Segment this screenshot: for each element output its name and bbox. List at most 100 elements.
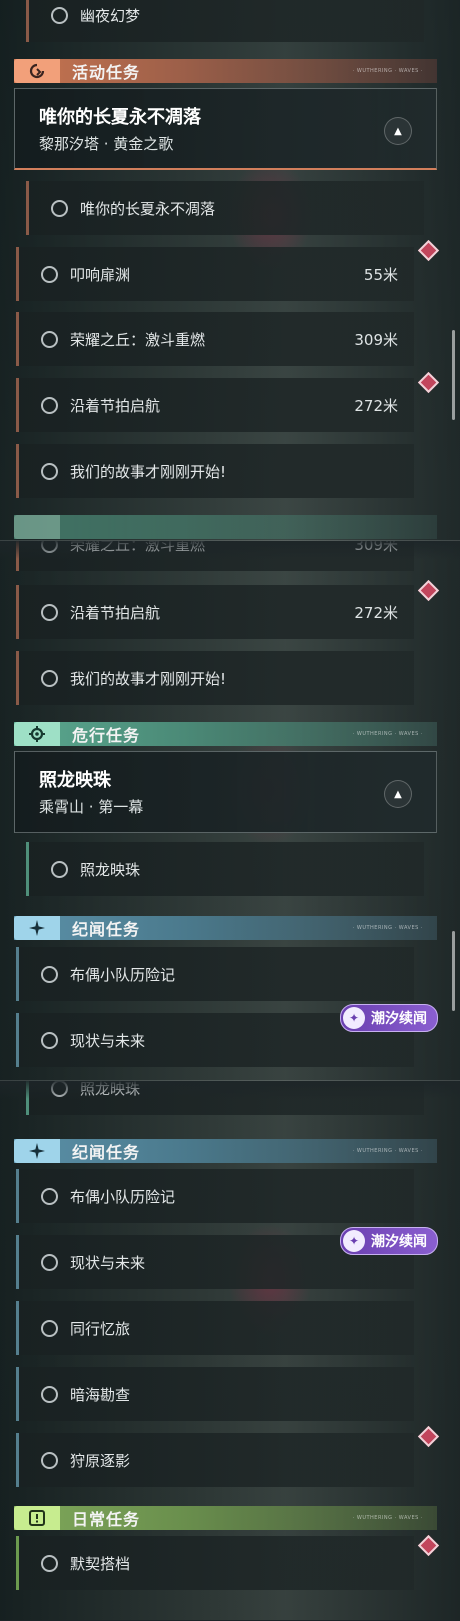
circle-icon — [51, 199, 68, 217]
scrollbar[interactable] — [452, 931, 455, 1011]
quest-label: 我们的故事才刚刚开始! — [70, 669, 227, 688]
quest-label: 默契搭档 — [70, 1554, 131, 1573]
featured-quest-card-activity[interactable]: 唯你的长夏永不凋落 黎那汐塔 · 黄金之歌 ▲ — [14, 88, 437, 170]
tide-story-badge: ✦ 潮汐续闻 — [340, 1004, 438, 1032]
circle-icon — [51, 860, 68, 878]
map-marker-icon — [417, 1534, 440, 1557]
quest-label: 荣耀之丘：激斗重燃 — [70, 330, 206, 349]
section-header-story: 纪闻任务 · WUTHERING · WAVES · — [14, 1139, 437, 1163]
collapse-button[interactable]: ▲ — [384, 117, 412, 145]
circle-icon — [41, 330, 58, 348]
quest-label: 暗海勘查 — [70, 1385, 131, 1404]
distance-label: 272米 — [354, 603, 398, 622]
activity-swirl-icon — [14, 59, 60, 83]
scrollbar[interactable] — [452, 330, 455, 420]
section-header-story: 纪闻任务 · WUTHERING · WAVES · — [14, 916, 437, 940]
map-marker-icon — [417, 1425, 440, 1448]
circle-icon — [41, 669, 58, 687]
circle-icon — [51, 6, 68, 24]
circle-icon — [41, 603, 58, 621]
header-subtext: · WUTHERING · WAVES · — [352, 731, 423, 737]
quest-label: 布偶小队历险记 — [70, 1187, 176, 1206]
list-item[interactable]: 同行忆旅 — [16, 1301, 414, 1355]
card-title: 照龙映珠 — [39, 770, 111, 791]
quest-label: 现状与未来 — [70, 1031, 146, 1050]
distance-label: 55米 — [363, 265, 398, 284]
badge-label: 潮汐续闻 — [371, 1234, 427, 1250]
section-header-danger: 危行任务 · WUTHERING · WAVES · — [14, 722, 437, 746]
circle-icon — [41, 1253, 58, 1271]
quest-label: 现状与未来 — [70, 1253, 146, 1272]
card-subtitle: 黎那汐塔 · 黄金之歌 — [39, 135, 174, 153]
circle-icon — [41, 1554, 58, 1572]
list-item[interactable]: 荣耀之丘：激斗重燃 309米 — [16, 312, 414, 366]
section-header-danger-partial — [14, 515, 437, 539]
danger-gear-icon — [14, 515, 60, 539]
quest-label: 沿着节拍启航 — [70, 396, 161, 415]
featured-quest-card-danger[interactable]: 照龙映珠 乘霄山 · 第一幕 ▲ — [14, 751, 437, 833]
sparkle-icon — [14, 1139, 60, 1163]
top-fade — [0, 541, 460, 559]
danger-gear-icon — [14, 722, 60, 746]
circle-icon — [41, 1187, 58, 1205]
badge-label: 潮汐续闻 — [371, 1011, 427, 1027]
list-item[interactable]: 沿着节拍启航 272米 — [16, 378, 414, 432]
card-subtitle: 乘霄山 · 第一幕 — [39, 798, 144, 816]
list-item[interactable]: 布偶小队历险记 — [16, 947, 414, 1001]
circle-icon — [41, 1319, 58, 1337]
distance-label: 309米 — [354, 330, 398, 349]
quest-label: 唯你的长夏永不凋落 — [80, 199, 216, 218]
list-item[interactable]: 唯你的长夏永不凋落 — [26, 181, 424, 235]
list-item[interactable]: 沿着节拍启航 272米 — [16, 585, 414, 639]
list-item[interactable]: 狩原逐影 — [16, 1433, 414, 1487]
header-subtext: · WUTHERING · WAVES · — [352, 925, 423, 931]
section-title: 日常任务 — [72, 1510, 141, 1529]
map-marker-icon — [417, 371, 440, 394]
list-item[interactable]: 我们的故事才刚刚开始! — [16, 651, 414, 705]
quest-label: 同行忆旅 — [70, 1319, 131, 1338]
circle-icon — [41, 1031, 58, 1049]
header-subtext: · WUTHERING · WAVES · — [352, 1515, 423, 1521]
card-title: 唯你的长夏永不凋落 — [39, 107, 201, 128]
header-subtext: · WUTHERING · WAVES · — [352, 68, 423, 74]
quest-label: 幽夜幻梦 — [80, 6, 141, 25]
header-subtext: · WUTHERING · WAVES · — [352, 1148, 423, 1154]
quest-label: 叩响扉渊 — [70, 265, 131, 284]
exclamation-icon — [14, 1506, 60, 1530]
list-item[interactable]: 照龙映珠 — [26, 842, 424, 896]
section-title: 活动任务 — [72, 63, 141, 82]
circle-icon — [41, 462, 58, 480]
section-title: 纪闻任务 — [72, 920, 141, 939]
circle-icon — [41, 265, 58, 283]
quest-label: 我们的故事才刚刚开始! — [70, 462, 227, 481]
list-item[interactable]: 布偶小队历险记 — [16, 1169, 414, 1223]
circle-icon — [41, 1385, 58, 1403]
distance-label: 272米 — [354, 396, 398, 415]
circle-icon — [41, 396, 58, 414]
tide-story-badge: ✦ 潮汐续闻 — [340, 1227, 438, 1255]
screenshot-panel-3: 照龙映珠 纪闻任务 · WUTHERING · WAVES · 布偶小队历险记 … — [0, 1080, 460, 1621]
quest-label: 沿着节拍启航 — [70, 603, 161, 622]
quest-label: 布偶小队历险记 — [70, 965, 176, 984]
sparkle-icon — [14, 916, 60, 940]
map-marker-icon — [417, 239, 440, 262]
collapse-button[interactable]: ▲ — [384, 780, 412, 808]
map-marker-icon — [417, 579, 440, 602]
section-header-daily: 日常任务 · WUTHERING · WAVES · — [14, 1506, 437, 1530]
list-item[interactable]: 我们的故事才刚刚开始! — [16, 444, 414, 498]
section-header-activity: 活动任务 · WUTHERING · WAVES · — [14, 59, 437, 83]
list-item[interactable]: 叩响扉渊 55米 — [16, 247, 414, 301]
list-item[interactable]: 默契搭档 — [16, 1536, 414, 1590]
section-title: 危行任务 — [72, 726, 141, 745]
section-title: 纪闻任务 — [72, 1143, 141, 1162]
list-item[interactable]: 暗海勘查 — [16, 1367, 414, 1421]
screenshot-panel-2: 荣耀之丘：激斗重燃 309米 沿着节拍启航 272米 我们的故事才刚刚开始! 危… — [0, 540, 460, 1081]
screenshot-panel-1: 幽夜幻梦 活动任务 · WUTHERING · WAVES · 唯你的长夏永不凋… — [0, 0, 460, 540]
quest-label: 照龙映珠 — [80, 860, 141, 879]
tide-story-icon: ✦ — [343, 1230, 365, 1252]
circle-icon — [41, 1451, 58, 1469]
circle-icon — [41, 965, 58, 983]
tide-story-icon: ✦ — [343, 1007, 365, 1029]
quest-label: 狩原逐影 — [70, 1451, 131, 1470]
list-item[interactable]: 幽夜幻梦 — [26, 0, 424, 42]
